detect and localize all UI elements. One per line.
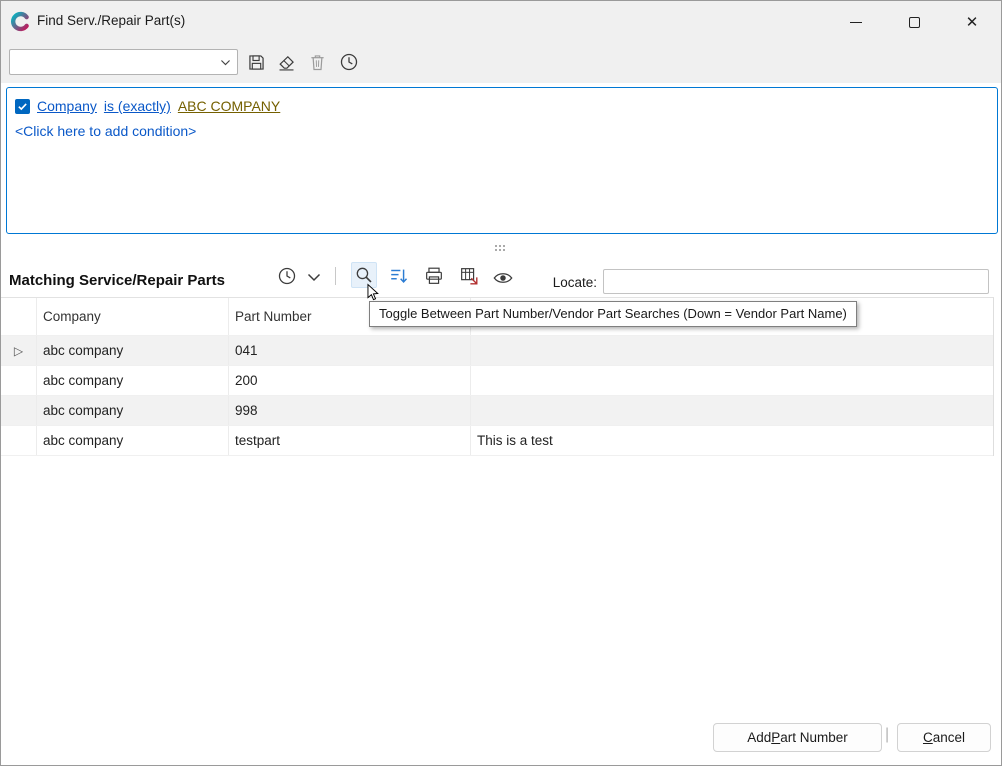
table-row[interactable]: ▷ abc company 041 [1, 336, 993, 366]
save-icon [246, 52, 267, 73]
cell-part-number: testpart [229, 426, 471, 455]
cell-part-number: 041 [229, 336, 471, 365]
toolbar-separator [335, 267, 336, 285]
preview-button[interactable] [490, 265, 516, 291]
delete-search-button[interactable] [304, 49, 330, 75]
window-chrome: Find Serv./Repair Part(s) ✕ [1, 1, 1001, 83]
row-selector-header[interactable] [1, 298, 37, 335]
column-header-company[interactable]: Company [37, 298, 229, 335]
row-indicator [1, 396, 37, 425]
cell-description [471, 396, 993, 425]
save-search-button[interactable] [243, 49, 269, 75]
row-indicator [1, 366, 37, 395]
condition-operator-link[interactable]: is (exactly) [104, 98, 171, 114]
saved-search-combobox[interactable] [9, 49, 238, 75]
find-parts-window: Find Serv./Repair Part(s) ✕ [0, 0, 1002, 766]
cell-company: abc company [37, 336, 229, 365]
cell-company: abc company [37, 366, 229, 395]
maximize-button[interactable] [885, 1, 943, 43]
cell-description: This is a test [471, 426, 993, 455]
cell-description [471, 336, 993, 365]
window-title: Find Serv./Repair Part(s) [37, 13, 185, 28]
cancel-button[interactable]: Cancel [897, 723, 991, 752]
add-part-label-pre: Add [747, 730, 771, 745]
minimize-icon [850, 22, 862, 23]
sort-icon [388, 265, 410, 287]
cell-description [471, 366, 993, 395]
cell-part-number: 998 [229, 396, 471, 425]
window-controls: ✕ [827, 1, 1001, 43]
add-part-label-post: art Number [780, 730, 848, 745]
app-logo-icon [10, 11, 31, 32]
locate-label: Locate: [549, 275, 597, 290]
add-part-number-button[interactable]: Add Part Number [713, 723, 882, 752]
table-row[interactable]: abc company 998 [1, 396, 993, 426]
history-icon [276, 265, 298, 287]
search-history-button[interactable] [336, 49, 362, 75]
footer-separator: | [885, 726, 889, 744]
cancel-label-post: ancel [933, 730, 965, 745]
mouse-cursor-icon [364, 281, 383, 304]
minimize-button[interactable] [827, 1, 885, 43]
add-condition-link[interactable]: <Click here to add condition> [15, 123, 989, 139]
print-icon [423, 265, 445, 287]
history-icon [338, 51, 360, 73]
sort-button[interactable] [386, 263, 412, 289]
table-row[interactable]: abc company testpart This is a test [1, 426, 993, 456]
titlebar[interactable]: Find Serv./Repair Part(s) ✕ [1, 1, 1001, 43]
maximize-icon [909, 17, 920, 28]
grid-history-dropdown[interactable] [303, 264, 325, 290]
add-part-label-mnemonic: P [771, 730, 780, 745]
locate-input[interactable] [603, 269, 989, 294]
cell-company: abc company [37, 396, 229, 425]
print-button[interactable] [421, 263, 447, 289]
close-button[interactable]: ✕ [943, 1, 1001, 43]
close-icon: ✕ [966, 15, 979, 30]
cancel-label-mnemonic: C [923, 730, 933, 745]
condition-row: Company is (exactly) ABC COMPANY [15, 98, 989, 114]
condition-value-link[interactable]: ABC COMPANY [178, 98, 280, 114]
cell-company: abc company [37, 426, 229, 455]
chevron-down-icon[interactable] [213, 56, 237, 69]
export-grid-icon [458, 265, 480, 287]
condition-builder-panel: Company is (exactly) ABC COMPANY <Click … [6, 87, 998, 234]
delete-icon [307, 52, 328, 73]
table-row[interactable]: abc company 200 [1, 366, 993, 396]
erase-icon [276, 52, 297, 73]
clear-search-button[interactable] [273, 49, 299, 75]
condition-checkbox[interactable] [15, 99, 30, 114]
tooltip: Toggle Between Part Number/Vendor Part S… [369, 301, 857, 327]
cell-part-number: 200 [229, 366, 471, 395]
chevron-down-icon [306, 269, 322, 285]
grid-history-button[interactable] [274, 263, 300, 289]
splitter-handle[interactable] [1, 244, 1001, 254]
eye-icon [492, 267, 514, 289]
export-grid-button[interactable] [456, 263, 482, 289]
row-indicator-icon: ▷ [1, 336, 37, 365]
row-indicator [1, 426, 37, 455]
condition-field-link[interactable]: Company [37, 98, 97, 114]
check-icon [17, 101, 28, 112]
results-section-title: Matching Service/Repair Parts [9, 272, 225, 289]
grip-dots-icon [495, 245, 507, 253]
